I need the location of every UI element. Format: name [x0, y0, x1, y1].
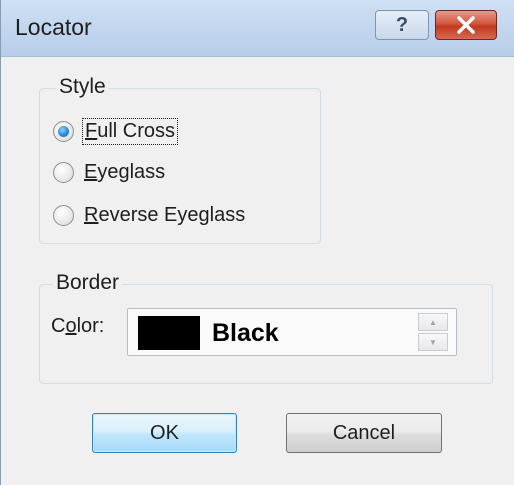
style-group-label: Style	[56, 75, 109, 99]
color-picker[interactable]: Black ▲ ▼	[127, 308, 457, 356]
close-icon	[457, 16, 475, 34]
radio-full-cross-label: Full Cross	[82, 117, 179, 145]
locator-dialog: Locator ? Style Full Cross Eyeglass Reve…	[0, 0, 514, 485]
radio-reverse-eyeglass[interactable]: Reverse Eyeglass	[53, 199, 247, 231]
radio-full-cross-indicator[interactable]	[53, 120, 74, 142]
color-value: Black	[212, 319, 279, 347]
color-swatch	[138, 316, 200, 350]
radio-eyeglass-indicator[interactable]	[53, 161, 74, 183]
spin-up-icon: ▲	[429, 317, 437, 327]
radio-eyeglass-label: Eyeglass	[84, 160, 166, 183]
help-icon: ?	[395, 13, 409, 36]
ok-button[interactable]: OK	[92, 413, 237, 453]
color-spin-down-button[interactable]: ▼	[418, 333, 448, 351]
help-button[interactable]: ?	[375, 10, 429, 40]
border-group-label: Border	[53, 271, 123, 295]
window-title: Locator	[15, 14, 92, 40]
radio-reverse-eyeglass-indicator[interactable]	[53, 204, 74, 226]
radio-full-cross[interactable]: Full Cross	[53, 115, 179, 147]
color-label: Color:	[51, 315, 105, 337]
color-spin-up-button[interactable]: ▲	[418, 313, 448, 331]
cancel-button[interactable]: Cancel	[286, 413, 442, 453]
radio-eyeglass[interactable]: Eyeglass	[53, 156, 167, 188]
radio-reverse-eyeglass-label: Reverse Eyeglass	[84, 203, 246, 226]
close-button[interactable]	[435, 10, 497, 40]
title-bar[interactable]: Locator ?	[1, 0, 514, 57]
spin-down-icon: ▼	[429, 337, 437, 347]
